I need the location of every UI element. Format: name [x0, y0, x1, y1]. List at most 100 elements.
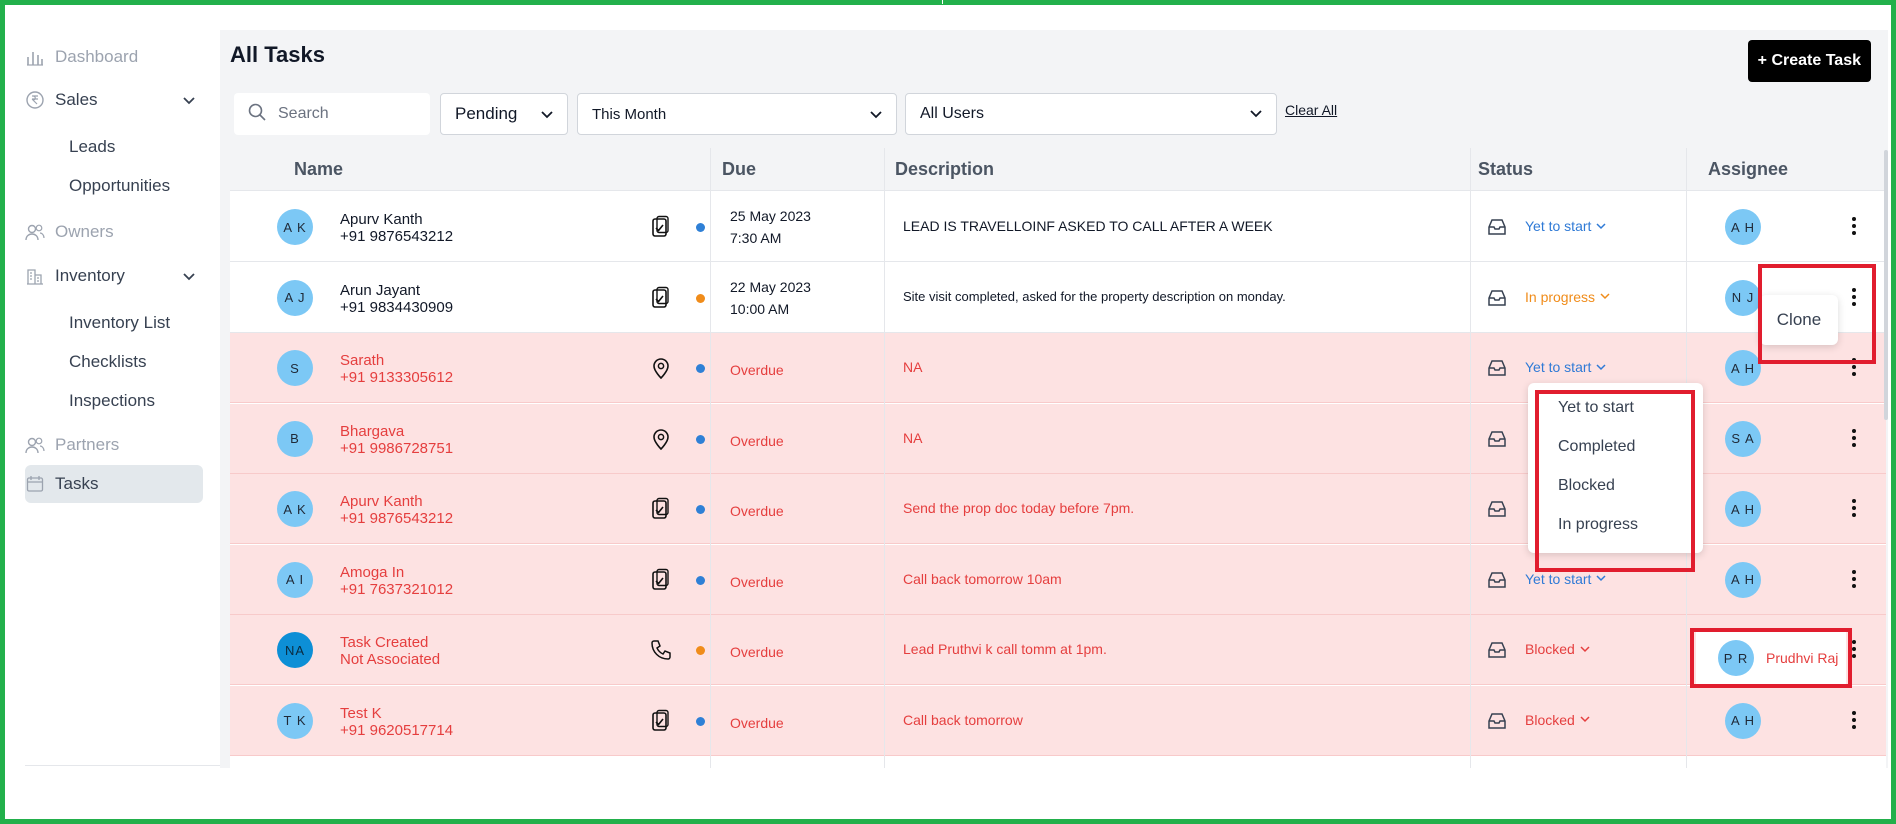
chevron-down-icon [1596, 363, 1606, 370]
column-header-assignee[interactable]: Assignee [1708, 148, 1788, 191]
priority-dot [696, 716, 705, 726]
highlight-box [1535, 390, 1695, 572]
sidebar-item-owners[interactable]: Owners [25, 218, 114, 246]
sidebar-item-inspections[interactable]: Inspections [69, 391, 155, 411]
assignee-avatar[interactable]: A H [1725, 209, 1761, 245]
chevron-down-icon [1596, 575, 1606, 582]
status-select[interactable]: Blocked [1525, 712, 1590, 728]
table-row[interactable]: T K Test K +91 9620517714 Overdue Call back … [230, 685, 1886, 756]
assignee-avatar[interactable]: A H [1725, 350, 1761, 386]
table-row[interactable]: A K Apurv Kanth +91 9876543212 25 May 2023 7… [230, 192, 1886, 262]
task-contact-name[interactable]: Apurv Kanth [340, 211, 423, 228]
sidebar-item-checklists[interactable]: Checklists [69, 352, 146, 372]
sidebar-item-sales[interactable]: Sales [25, 86, 195, 114]
task-description: Site visit completed, asked for the prop… [903, 288, 1286, 304]
avatar: A I [277, 561, 313, 598]
status-select[interactable]: Blocked [1525, 641, 1590, 657]
column-header-status[interactable]: Status [1478, 148, 1533, 191]
avatar: A K [277, 209, 313, 245]
chevron-down-icon [541, 104, 553, 124]
status-select[interactable]: Yet to start [1525, 359, 1606, 375]
task-description: Call back tomorrow [903, 711, 1023, 728]
chevron-down-icon [1580, 645, 1590, 652]
users-icon [25, 435, 45, 455]
sidebar: Dashboard Sales Leads Opportunities Owne… [5, 5, 220, 767]
priority-dot [696, 646, 705, 655]
assignee-avatar[interactable]: N J [1725, 279, 1761, 316]
more-options-icon[interactable] [1850, 426, 1858, 450]
sidebar-item-inventory-list[interactable]: Inventory List [69, 313, 170, 333]
avatar: NA [277, 632, 313, 668]
due-date: Overdue [730, 432, 784, 449]
chevron-down-icon[interactable] [183, 92, 195, 108]
column-header-description[interactable]: Description [895, 148, 994, 191]
scrollbar[interactable] [1884, 150, 1888, 420]
task-contact-phone: +91 9620517714 [340, 721, 454, 739]
chevron-down-icon [1250, 105, 1262, 123]
due-date: 25 May 2023 [730, 208, 811, 224]
due-date: Overdue [730, 503, 784, 519]
status-tray-icon [1487, 641, 1507, 659]
sidebar-item-dashboard[interactable]: Dashboard [25, 43, 138, 71]
avatar: B [277, 420, 313, 457]
period-filter-select[interactable]: This Month [577, 93, 897, 135]
status-tray-icon [1487, 289, 1507, 307]
highlight-box [1690, 628, 1852, 688]
due-date: Overdue [730, 644, 784, 660]
table-row[interactable]: A J Arun Jayant +91 9834430909 22 May 2023 1… [230, 263, 1886, 333]
status-select[interactable]: Yet to start [1525, 218, 1606, 234]
priority-dot [696, 293, 705, 303]
task-contact-name[interactable]: Task Created [340, 634, 428, 651]
due-date: 22 May 2023 [730, 278, 811, 295]
task-contact-phone: Not Associated [340, 651, 441, 668]
task-contact-name[interactable]: Amoga In [340, 564, 404, 581]
status-select[interactable]: Yet to start [1525, 571, 1606, 587]
status-tray-icon [1487, 571, 1507, 589]
chevron-down-icon [870, 106, 882, 123]
chevron-down-icon [1600, 293, 1610, 300]
search-input[interactable]: Search [234, 93, 430, 135]
search-icon [248, 103, 266, 126]
clear-all-link[interactable]: Clear All [1285, 102, 1337, 118]
avatar: S [277, 350, 313, 386]
sidebar-item-opportunities[interactable]: Opportunities [69, 176, 170, 196]
more-options-icon[interactable] [1850, 567, 1858, 591]
task-contact-name[interactable]: Arun Jayant [340, 282, 420, 299]
assignee-avatar[interactable]: A H [1725, 702, 1761, 739]
task-contact-phone: +91 9834430909 [340, 298, 454, 316]
column-header-name[interactable]: Name [294, 148, 343, 191]
sidebar-item-leads[interactable]: Leads [69, 137, 115, 157]
status-tray-icon [1487, 218, 1507, 236]
task-description: NA [903, 429, 923, 446]
task-contact-name[interactable]: Sarath [340, 352, 384, 369]
more-options-icon[interactable] [1850, 496, 1858, 520]
priority-dot [696, 505, 705, 514]
task-contact-name[interactable]: Apurv Kanth [340, 493, 423, 510]
more-options-icon[interactable] [1850, 214, 1858, 238]
create-task-button[interactable]: + Create Task [1747, 40, 1871, 82]
status-tray-icon [1487, 430, 1507, 448]
status-tray-icon [1487, 500, 1507, 518]
task-contact-name[interactable]: Test K [340, 705, 382, 722]
assignee-avatar[interactable]: S A [1725, 420, 1761, 457]
task-description: Send the prop doc today before 7pm. [903, 500, 1135, 516]
task-contact-name[interactable]: Bhargava [340, 423, 404, 440]
sidebar-item-tasks[interactable]: Tasks [25, 470, 98, 498]
highlight-box [1758, 264, 1876, 364]
table-row[interactable]: NA Task Created Not Associated Overdue Lead … [230, 615, 1886, 685]
bar-chart-icon [25, 47, 45, 67]
status-select[interactable]: In progress [1525, 289, 1610, 305]
more-options-icon[interactable] [1850, 708, 1858, 732]
location-pin-icon [650, 356, 674, 380]
chevron-down-icon[interactable] [183, 268, 195, 284]
sidebar-item-inventory[interactable]: Inventory [25, 262, 195, 290]
column-header-due[interactable]: Due [722, 148, 756, 191]
status-filter-select[interactable]: Pending [440, 93, 568, 135]
users-filter-select[interactable]: All Users [905, 93, 1277, 135]
assignee-avatar[interactable]: A H [1725, 561, 1761, 598]
sidebar-item-partners[interactable]: Partners [25, 431, 119, 459]
assignee-avatar[interactable]: A H [1725, 491, 1761, 527]
avatar: A K [277, 491, 313, 527]
due-time: 10:00 AM [730, 300, 790, 317]
task-description: Call back tomorrow 10am [903, 570, 1062, 587]
